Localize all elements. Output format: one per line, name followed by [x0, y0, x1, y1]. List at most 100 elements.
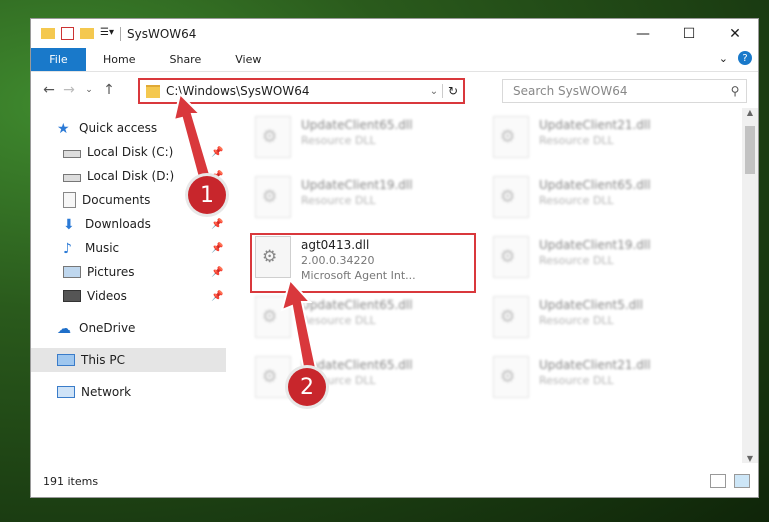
recent-locations-button[interactable]: ⌄: [79, 85, 99, 95]
refresh-icon[interactable]: ↻: [442, 84, 463, 98]
up-button[interactable]: ↑: [99, 82, 119, 98]
item-count: 191 items: [43, 474, 99, 488]
customize-toolbar-icon[interactable]: ☰▾: [100, 27, 114, 41]
file-description: Resource DLL: [539, 194, 614, 207]
file-name: UpdateClient19.dll: [301, 178, 413, 192]
list-item[interactable]: UpdateClient5.dll Resource DLL: [493, 296, 703, 340]
sidebar-item-onedrive[interactable]: ☁ OneDrive: [31, 316, 226, 340]
folder-icon: [146, 84, 160, 98]
chevron-down-icon[interactable]: ⌄: [426, 86, 442, 97]
sidebar-item-label: Local Disk (C:): [87, 145, 174, 159]
drive-icon: [63, 174, 81, 182]
sidebar-item-label: Pictures: [87, 265, 135, 279]
pin-icon[interactable]: 📌: [211, 267, 223, 278]
tab-view[interactable]: View: [218, 48, 278, 71]
step-2-badge: 2: [288, 368, 326, 406]
list-item[interactable]: UpdateClient19.dll Resource DLL: [493, 236, 703, 280]
tab-share[interactable]: Share: [152, 48, 218, 71]
file-name: UpdateClient65.dll: [539, 178, 651, 192]
tab-file[interactable]: File: [31, 48, 86, 71]
pin-icon[interactable]: 📌: [211, 291, 223, 302]
sidebar-item-label: Local Disk (D:): [87, 169, 175, 183]
scrollbar-thumb[interactable]: [745, 126, 755, 174]
dll-file-icon: [255, 116, 291, 158]
file-name: UpdateClient19.dll: [539, 238, 651, 252]
close-button[interactable]: ✕: [712, 19, 758, 48]
sidebar-item-label: Documents: [82, 193, 151, 207]
file-name: UpdateClient21.dll: [539, 358, 651, 372]
maximize-button[interactable]: ☐: [666, 19, 712, 48]
dll-file-icon: [493, 296, 529, 338]
sidebar-item-music[interactable]: ♪ Music 📌: [31, 236, 226, 260]
forward-button[interactable]: →: [59, 82, 79, 98]
file-description: Resource DLL: [301, 134, 376, 147]
file-description: Resource DLL: [539, 254, 614, 267]
window-title: SysWOW64: [127, 26, 197, 41]
scroll-up-icon[interactable]: ▲: [742, 108, 758, 117]
minimize-button[interactable]: —: [620, 19, 666, 48]
ribbon-tabs: File Home Share View ⌄ ?: [31, 48, 758, 72]
pin-icon[interactable]: 📌: [211, 243, 223, 254]
cloud-icon: ☁: [57, 321, 71, 337]
tiles-view-icon[interactable]: [734, 474, 750, 488]
sidebar-item-label: This PC: [81, 353, 125, 367]
pin-icon[interactable]: 📌: [211, 219, 223, 230]
vertical-scrollbar[interactable]: ▲ ▼: [742, 108, 758, 463]
file-name: UpdateClient5.dll: [539, 298, 643, 312]
file-description: Resource DLL: [539, 314, 614, 327]
dll-file-icon: [493, 356, 529, 398]
back-button[interactable]: ←: [39, 82, 59, 98]
dll-file-icon: [493, 176, 529, 218]
status-bar: 191 items: [31, 465, 758, 497]
music-icon: ♪: [63, 241, 72, 257]
sidebar-item-label: Quick access: [79, 121, 158, 135]
network-icon: [57, 386, 75, 398]
search-icon[interactable]: ⚲: [724, 84, 746, 98]
drive-icon: [63, 150, 81, 158]
sidebar-item-this-pc[interactable]: This PC: [31, 348, 226, 372]
list-item[interactable]: UpdateClient65.dll Resource DLL: [493, 176, 703, 220]
title-separator: [120, 26, 121, 41]
file-name: UpdateClient65.dll: [301, 118, 413, 132]
quick-access-toolbar: ☰▾: [31, 27, 114, 41]
explorer-window: ☰▾ SysWOW64 — ☐ ✕ File Home Share View ⌄…: [30, 18, 759, 498]
pictures-icon: [63, 266, 81, 278]
help-icon[interactable]: ?: [738, 51, 752, 65]
step-1-badge: 1: [188, 176, 226, 214]
list-item[interactable]: UpdateClient21.dll Resource DLL: [493, 356, 703, 400]
sidebar-item-label: Music: [85, 241, 120, 255]
search-input[interactable]: Search SysWOW64: [503, 84, 724, 98]
ribbon-right: ⌄ ?: [719, 51, 752, 65]
sidebar-item-network[interactable]: Network: [31, 380, 226, 404]
window-controls: — ☐ ✕: [620, 19, 758, 48]
file-description: Resource DLL: [539, 134, 614, 147]
file-name: UpdateClient21.dll: [539, 118, 651, 132]
list-item[interactable]: UpdateClient21.dll Resource DLL: [493, 116, 703, 160]
sidebar-item-label: Downloads: [85, 217, 151, 231]
sidebar-item-label: OneDrive: [79, 321, 136, 335]
sidebar-item-pictures[interactable]: Pictures 📌: [31, 260, 226, 284]
sidebar-item-label: Network: [81, 385, 132, 399]
new-folder-icon[interactable]: [80, 28, 94, 39]
sidebar-item-videos[interactable]: Videos 📌: [31, 284, 226, 308]
list-item[interactable]: UpdateClient65.dll Resource DLL: [255, 116, 465, 160]
sidebar-item-downloads[interactable]: ⬇ Downloads 📌: [31, 212, 226, 236]
dll-file-icon: [255, 176, 291, 218]
expand-ribbon-icon[interactable]: ⌄: [719, 52, 728, 65]
dll-file-icon: [493, 116, 529, 158]
tab-home[interactable]: Home: [86, 48, 152, 71]
download-icon: ⬇: [63, 217, 75, 233]
details-view-icon[interactable]: [710, 474, 726, 488]
view-buttons: [710, 474, 750, 488]
file-description: Resource DLL: [301, 194, 376, 207]
folder-icon[interactable]: [41, 28, 55, 39]
sidebar-item-label: Videos: [87, 289, 127, 303]
list-item[interactable]: UpdateClient19.dll Resource DLL: [255, 176, 465, 220]
file-description: Resource DLL: [539, 374, 614, 387]
videos-icon: [63, 290, 81, 302]
documents-icon: [63, 192, 76, 208]
search-box[interactable]: Search SysWOW64 ⚲: [502, 79, 747, 103]
scroll-down-icon[interactable]: ▼: [742, 454, 758, 463]
properties-icon[interactable]: [61, 27, 74, 40]
title-bar: ☰▾ SysWOW64 — ☐ ✕: [31, 19, 758, 48]
